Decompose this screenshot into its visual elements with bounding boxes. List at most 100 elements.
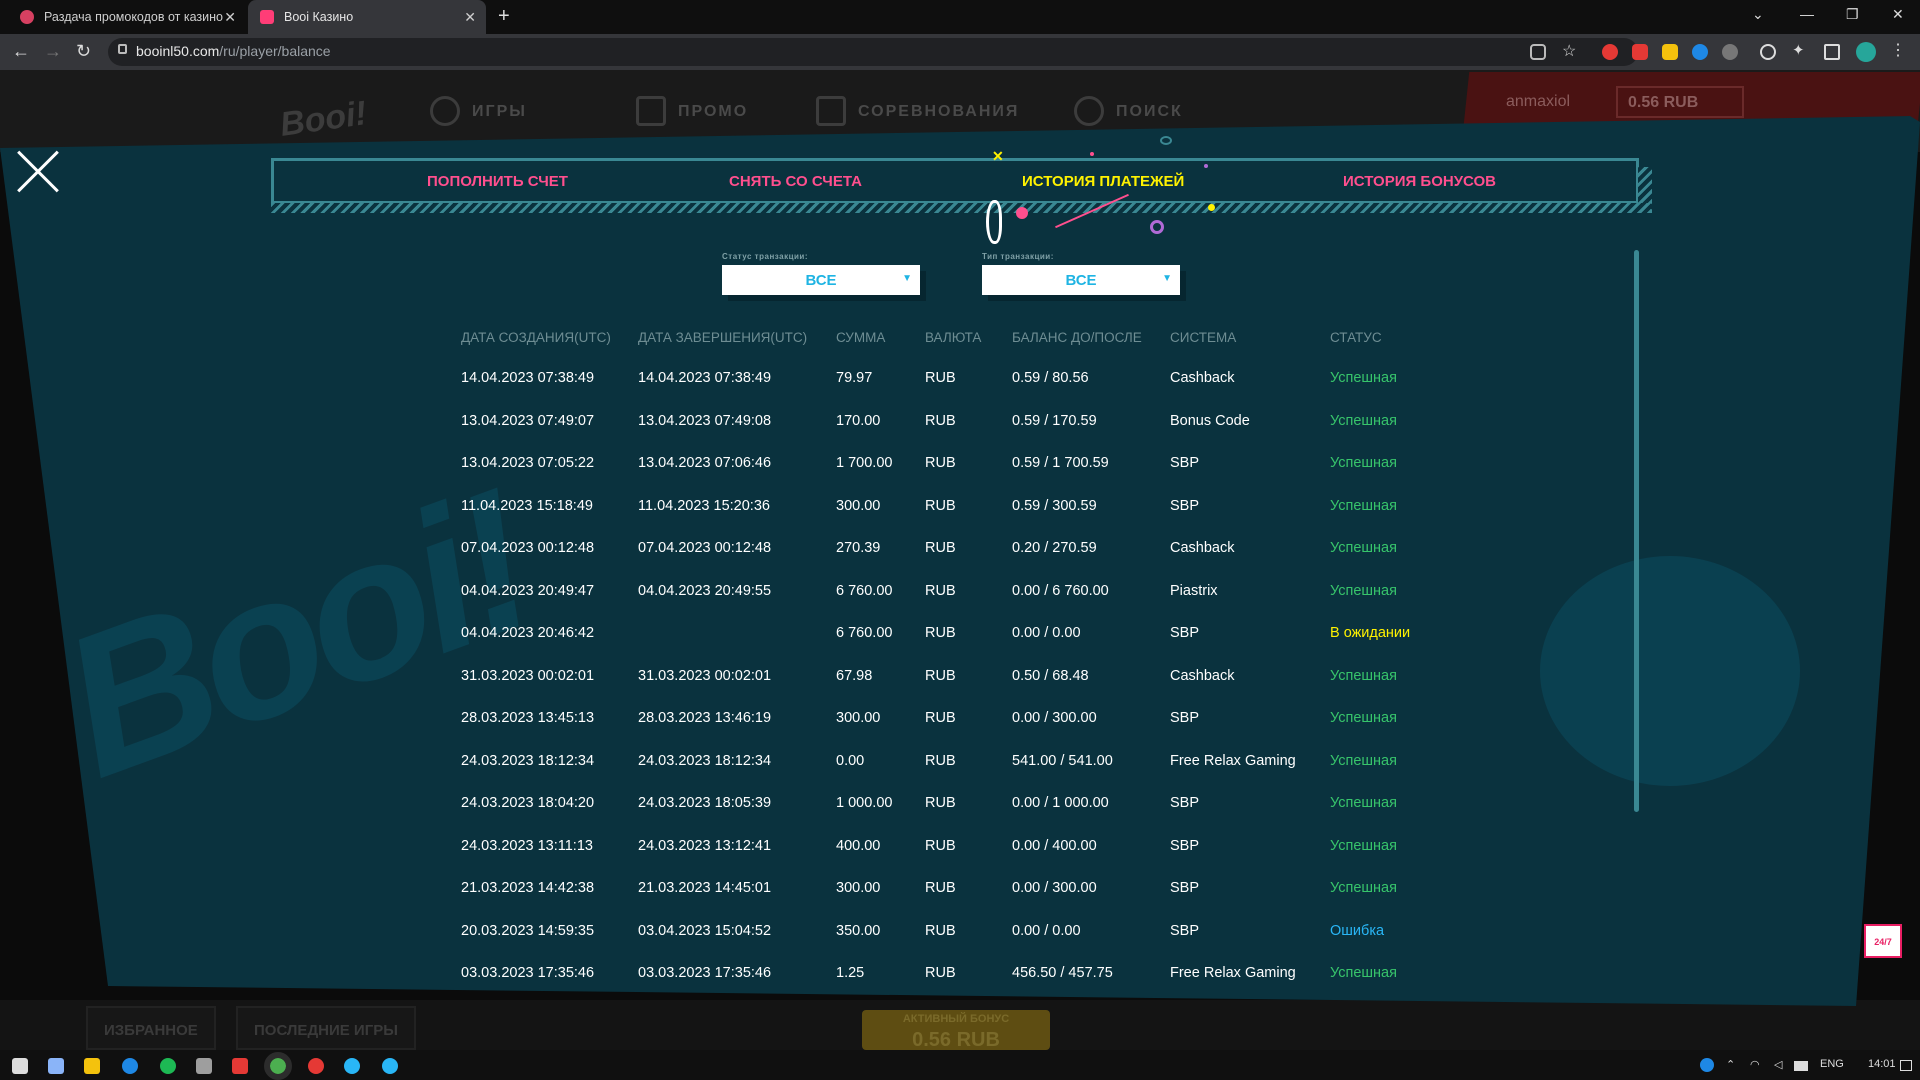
cell-amount: 1 700.00 [836, 455, 893, 471]
reload-icon[interactable]: ↻ [76, 41, 91, 62]
browser-tab-strip: Раздача промокодов от казино ✕ Booi Кази… [0, 0, 1920, 34]
cell-currency: RUB [925, 752, 956, 769]
cell-currency: RUB [925, 370, 956, 386]
url-host: booinl50.com [136, 43, 220, 59]
cell-system: SBP [1170, 455, 1200, 471]
language-indicator[interactable]: ENG [1820, 1058, 1844, 1070]
favorites-button[interactable]: ИЗБРАННОЕ [86, 1006, 216, 1050]
type-filter-label: Тип транзакции: [982, 252, 1054, 261]
cell-status: В ожидании [1330, 625, 1411, 641]
cell-created: 03.03.2023 17:35:46 [461, 965, 595, 981]
menu-dots-icon[interactable]: ⋮ [1890, 40, 1906, 59]
extension-red-icon[interactable] [1602, 44, 1618, 60]
wifi-icon[interactable]: ◠ [1750, 1058, 1760, 1071]
browser-tab-booi[interactable]: Booi Казино ✕ [248, 0, 486, 34]
username[interactable]: anmaxiol [1506, 93, 1570, 111]
cell-completed: 24.03.2023 18:12:34 [638, 752, 772, 769]
cell-system: SBP [1170, 880, 1200, 896]
support-chat-button[interactable]: 24/7 [1864, 924, 1902, 958]
chevron-down-icon: ▼ [902, 273, 912, 284]
search-icon [1074, 96, 1104, 126]
nav-promo[interactable]: ПРОМО [678, 103, 748, 121]
cell-created: 07.04.2023 00:12:48 [461, 540, 595, 556]
forward-icon[interactable]: → [44, 41, 62, 62]
nav-games[interactable]: ИГРЫ [472, 103, 527, 121]
cell-balance: 0.50 / 68.48 [1012, 667, 1089, 684]
cell-completed: 28.03.2023 13:46:19 [638, 710, 772, 726]
extensions-puzzle-icon[interactable]: ✦ [1792, 41, 1808, 59]
tab-withdraw[interactable]: СНЯТЬ СО СЧЕТА [729, 173, 862, 190]
extension-eye-icon[interactable] [1760, 44, 1776, 60]
taskbar-app-icon[interactable] [48, 1058, 64, 1074]
calculator-icon[interactable] [196, 1058, 212, 1074]
edge-icon[interactable] [122, 1058, 138, 1074]
clock[interactable]: 14:01 [1868, 1058, 1896, 1070]
tray-chevron-icon[interactable]: ⌃ [1726, 1058, 1735, 1071]
tab-title: Раздача промокодов от казино [44, 10, 223, 24]
close-modal-icon[interactable] [16, 150, 60, 194]
col-status: СТАТУС [1330, 330, 1382, 345]
profile-avatar[interactable] [1856, 42, 1876, 62]
cell-currency: RUB [925, 922, 956, 939]
side-panel-icon[interactable] [1824, 44, 1840, 60]
taskbar-app-icon[interactable] [232, 1058, 248, 1074]
share-icon[interactable] [1530, 44, 1546, 60]
browser-tab-promocodes[interactable]: Раздача промокодов от казино ✕ [8, 0, 246, 34]
extension-youtube-icon[interactable] [1632, 44, 1648, 60]
cell-completed: 24.03.2023 13:12:41 [638, 837, 772, 854]
windows-start-icon[interactable] [12, 1058, 28, 1074]
restore-icon[interactable]: ❐ [1846, 6, 1859, 23]
cell-currency: RUB [925, 837, 956, 854]
cell-status: Ошибка [1330, 922, 1385, 939]
extension-blue-icon[interactable] [1692, 44, 1708, 60]
close-tab-icon[interactable]: ✕ [464, 9, 476, 26]
type-filter-select[interactable]: ВСЕ ▼ [982, 265, 1180, 295]
chrome-icon[interactable] [264, 1052, 292, 1080]
cell-amount: 6 760.00 [836, 582, 893, 599]
col-system: СИСТЕМА [1170, 330, 1237, 345]
cell-currency: RUB [925, 540, 956, 556]
extension-grey-icon[interactable] [1722, 44, 1738, 60]
keyboard-icon[interactable] [1794, 1061, 1808, 1071]
active-bonus-badge[interactable]: АКТИВНЫЙ БОНУС 0.56 RUB [862, 1010, 1050, 1051]
recent-games-button[interactable]: ПОСЛЕДНИЕ ИГРЫ [236, 1006, 416, 1050]
file-explorer-icon[interactable] [84, 1058, 100, 1074]
tab-bonus-history[interactable]: ИСТОРИЯ БОНУСОВ [1343, 173, 1496, 190]
back-icon[interactable]: ← [12, 41, 30, 62]
status-filter-select[interactable]: ВСЕ ▼ [722, 265, 920, 295]
cell-currency: RUB [925, 455, 956, 471]
cell-amount: 350.00 [836, 922, 881, 939]
tab-deposit[interactable]: ПОПОЛНИТЬ СЧЕТ [427, 173, 568, 190]
site-favicon-icon [20, 10, 34, 24]
close-tab-icon[interactable]: ✕ [224, 9, 236, 26]
new-tab-icon[interactable]: + [498, 5, 510, 28]
cell-balance: 0.59 / 300.59 [1012, 497, 1097, 514]
cell-completed: 04.04.2023 20:49:55 [638, 582, 772, 599]
spotify-icon[interactable] [160, 1058, 176, 1074]
tray-app-icon[interactable] [1700, 1058, 1714, 1072]
url-text[interactable]: booinl50.com/ru/player/balance [136, 43, 331, 59]
cell-system: Bonus Code [1170, 412, 1250, 429]
balance-dropdown[interactable]: 0.56 RUB [1616, 86, 1744, 118]
tab-search-icon[interactable]: ⌄ [1752, 6, 1764, 23]
cell-completed: 07.04.2023 00:12:48 [638, 540, 772, 556]
minimize-icon[interactable]: — [1800, 6, 1814, 22]
nav-tournaments[interactable]: СОРЕВНОВАНИЯ [858, 103, 1019, 121]
extension-yellow-icon[interactable] [1662, 44, 1678, 60]
telegram-icon[interactable] [344, 1058, 360, 1074]
nav-search[interactable]: ПОИСК [1116, 103, 1183, 121]
tab-payment-history[interactable]: ИСТОРИЯ ПЛАТЕЖЕЙ [1022, 173, 1184, 190]
bookmark-star-icon[interactable]: ☆ [1562, 41, 1578, 60]
table-scrollbar[interactable] [1634, 250, 1639, 812]
address-bar[interactable] [108, 38, 1638, 66]
telegram-icon[interactable] [382, 1058, 398, 1074]
cell-status: Успешная [1330, 710, 1397, 726]
notifications-icon[interactable] [1900, 1060, 1912, 1071]
yandex-icon[interactable] [308, 1058, 324, 1074]
cell-status: Успешная [1330, 497, 1397, 514]
cell-currency: RUB [925, 582, 956, 599]
cell-balance: 0.00 / 1 000.00 [1012, 795, 1109, 811]
window-close-icon[interactable]: ✕ [1892, 6, 1904, 23]
cell-currency: RUB [925, 497, 956, 514]
volume-icon[interactable]: ◁ [1774, 1058, 1782, 1071]
